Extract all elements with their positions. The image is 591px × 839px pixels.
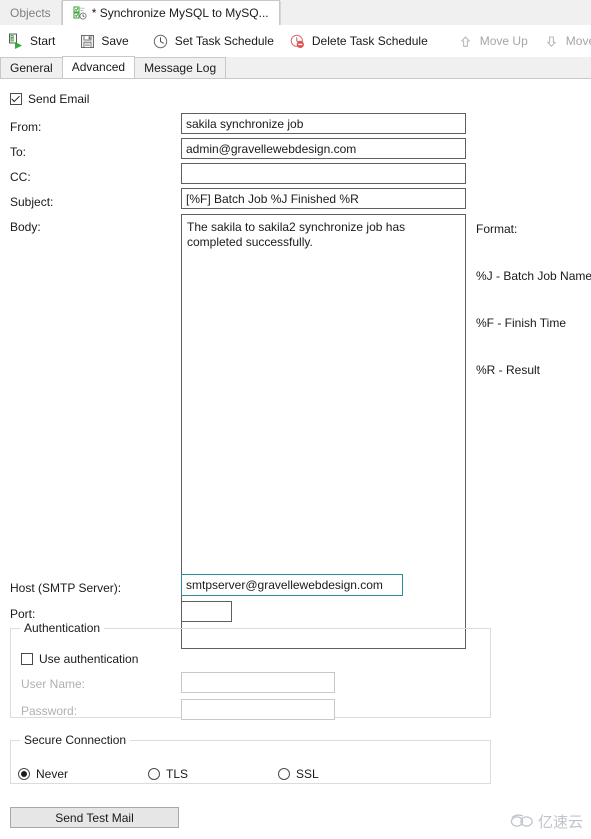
format-legend-line-result: %R - Result — [476, 362, 541, 377]
cc-input[interactable] — [181, 163, 466, 184]
username-label: User Name: — [21, 677, 86, 691]
port-input[interactable] — [181, 601, 232, 622]
subject-input[interactable] — [181, 188, 466, 209]
set-task-schedule-button[interactable]: Set Task Schedule — [145, 28, 282, 54]
secure-connection-tls-label: TLS — [166, 767, 189, 781]
username-input[interactable] — [181, 672, 335, 693]
format-legend: Format: %J - Batch Job Name %F - Finish … — [476, 191, 591, 409]
tab-message-log-label: Message Log — [144, 61, 217, 75]
host-label: Host (SMTP Server): — [10, 581, 122, 595]
host-input[interactable] — [181, 574, 403, 596]
radio-mark-ssl — [278, 768, 290, 780]
radio-mark-tls — [148, 768, 160, 780]
save-button-label: Save — [101, 34, 129, 48]
tab-advanced[interactable]: Advanced — [61, 56, 136, 78]
secure-connection-never-label: Never — [36, 767, 69, 781]
password-input[interactable] — [181, 699, 335, 720]
doc-tab-synchronize-task[interactable]: * Synchronize MySQL to MySQ... — [61, 0, 280, 25]
tab-general[interactable]: General — [0, 57, 63, 78]
tab-message-log[interactable]: Message Log — [134, 57, 227, 78]
password-label: Password: — [21, 704, 78, 718]
subject-label: Subject: — [10, 195, 54, 209]
start-button-label: Start — [30, 34, 56, 48]
format-legend-line-finish: %F - Finish Time — [476, 315, 567, 330]
secure-connection-never-radio[interactable]: Never — [18, 767, 68, 781]
arrow-down-icon — [544, 33, 560, 49]
doc-tab-synchronize-task-label: * Synchronize MySQL to MySQ... — [91, 6, 269, 20]
tab-strip-empty-area — [279, 1, 591, 25]
secure-connection-group-title: Secure Connection — [20, 733, 131, 747]
radio-mark-never — [18, 768, 30, 780]
move-down-label: Move Down — [565, 34, 591, 48]
send-email-checkbox-box — [10, 93, 22, 105]
body-label: Body: — [10, 220, 41, 234]
send-test-mail-button[interactable]: Send Test Mail — [10, 807, 179, 828]
send-email-label: Send Email — [28, 92, 90, 106]
page-tab-bar-empty-area — [225, 57, 591, 78]
from-label: From: — [10, 120, 42, 134]
doc-tab-objects[interactable]: Objects — [0, 1, 62, 25]
use-authentication-checkbox[interactable]: Use authentication — [21, 652, 138, 666]
secure-connection-tls-radio[interactable]: TLS — [148, 767, 188, 781]
move-up-label: Move Up — [479, 34, 528, 48]
format-legend-title: Format: — [476, 222, 518, 237]
authentication-group-title: Authentication — [20, 621, 105, 635]
start-icon — [8, 33, 24, 49]
use-authentication-checkbox-box — [21, 653, 33, 665]
start-button[interactable]: Start — [0, 28, 63, 54]
secure-connection-group: Secure Connection — [10, 733, 491, 784]
sync-task-icon — [73, 6, 87, 20]
move-down-button[interactable]: Move Down — [536, 28, 591, 54]
advanced-panel: Send Email From: To: CC: Subject: Body: … — [0, 79, 591, 839]
tab-general-label: General — [10, 61, 53, 75]
delete-task-schedule-button[interactable]: Delete Task Schedule — [282, 28, 436, 54]
send-email-checkbox[interactable]: Send Email — [10, 92, 89, 106]
port-label: Port: — [10, 607, 36, 621]
tab-advanced-label: Advanced — [71, 60, 126, 74]
delete-task-schedule-label: Delete Task Schedule — [311, 34, 428, 48]
save-icon — [79, 33, 95, 49]
from-input[interactable] — [181, 113, 466, 134]
cc-label: CC: — [10, 170, 31, 184]
save-button[interactable]: Save — [71, 28, 136, 54]
main-toolbar: Start Save Set Task Schedule Delete Task… — [0, 25, 591, 57]
doc-tab-objects-label: Objects — [10, 6, 51, 20]
arrow-up-icon — [458, 33, 474, 49]
page-tab-bar: General Advanced Message Log — [0, 56, 591, 79]
format-legend-line-job: %J - Batch Job Name — [476, 268, 591, 283]
set-task-schedule-label: Set Task Schedule — [174, 34, 274, 48]
move-up-button[interactable]: Move Up — [450, 28, 536, 54]
secure-connection-ssl-radio[interactable]: SSL — [278, 767, 319, 781]
clock-icon — [153, 33, 169, 49]
secure-connection-ssl-label: SSL — [296, 767, 319, 781]
to-input[interactable] — [181, 138, 466, 159]
document-tab-strip: Objects * Synchronize MySQL to MySQ... — [0, 0, 591, 26]
delete-schedule-icon — [290, 33, 306, 49]
send-test-mail-button-label: Send Test Mail — [55, 811, 134, 825]
use-authentication-label: Use authentication — [39, 652, 139, 666]
to-label: To: — [10, 145, 27, 159]
